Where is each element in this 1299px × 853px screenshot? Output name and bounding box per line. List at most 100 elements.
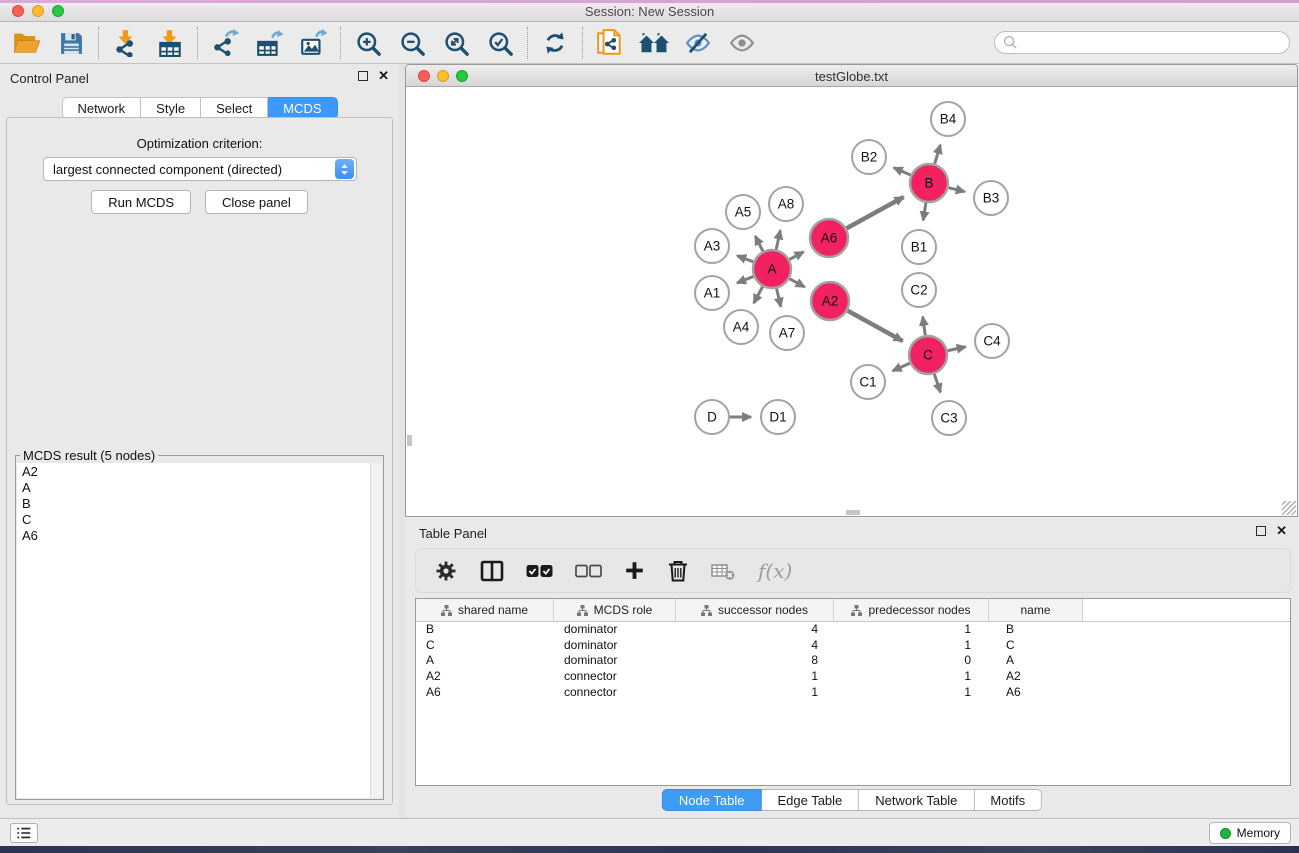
table-cell[interactable]: A (416, 653, 554, 669)
show-panels-button[interactable] (10, 823, 38, 843)
network-file-button[interactable] (592, 26, 628, 60)
graph-edge-A-A2[interactable] (790, 279, 805, 287)
tab-style[interactable]: Style (141, 97, 201, 119)
graph-edge-A-A3[interactable] (737, 256, 753, 262)
column-header-successor-nodes[interactable]: successor nodes (676, 599, 834, 621)
mcds-result-item[interactable]: A6 (17, 528, 370, 544)
graph-node-A3[interactable]: A3 (695, 229, 729, 263)
graph-edge-C-C4[interactable] (948, 347, 966, 351)
mcds-list-scrollbar[interactable] (370, 463, 382, 798)
graph-node-C2[interactable]: C2 (902, 273, 936, 307)
graph-edge-C-C3[interactable] (934, 374, 940, 392)
graph-node-B[interactable]: B (910, 164, 948, 202)
graph-node-B3[interactable]: B3 (974, 181, 1008, 215)
zoom-in-button[interactable] (350, 26, 386, 60)
table-row[interactable]: Adominator80A (416, 653, 1290, 669)
table-cell[interactable]: 1 (834, 622, 989, 638)
deselect-all-button[interactable] (575, 564, 602, 578)
network-canvas[interactable]: B4B2BB3A5A8A6A3B1AC2A1A2A4A7C4CC1DD1C3 (406, 87, 1297, 516)
search-input[interactable] (994, 31, 1290, 54)
float-table-panel-icon[interactable] (1256, 526, 1266, 536)
graph-node-A6[interactable]: A6 (810, 219, 848, 257)
tab-network[interactable]: Network (61, 97, 141, 119)
export-table-button[interactable] (251, 26, 287, 60)
table-cell[interactable]: A2 (416, 669, 554, 685)
zoom-selected-button[interactable] (482, 26, 518, 60)
tab-network-table[interactable]: Network Table (859, 789, 974, 811)
memory-button[interactable]: Memory (1209, 822, 1291, 844)
table-cell[interactable]: 1 (676, 685, 834, 701)
table-cell[interactable]: 0 (834, 653, 989, 669)
table-cell[interactable]: connector (554, 669, 676, 685)
graph-edge-B-B4[interactable] (935, 145, 941, 164)
column-header-name[interactable]: name (989, 599, 1083, 621)
delete-column-button[interactable] (667, 559, 689, 583)
table-cell[interactable]: C (416, 638, 554, 654)
mcds-result-item[interactable]: B (17, 495, 370, 511)
column-header-mcds-role[interactable]: MCDS role (554, 599, 676, 621)
graph-node-A7[interactable]: A7 (770, 316, 804, 350)
column-header-shared-name[interactable]: shared name (416, 599, 554, 621)
table-cell[interactable]: 4 (676, 622, 834, 638)
float-panel-icon[interactable] (358, 71, 368, 81)
graph-edge-B-B3[interactable] (948, 188, 964, 192)
column-header-predecessor-nodes[interactable]: predecessor nodes (834, 599, 989, 621)
graph-node-C4[interactable]: C4 (975, 324, 1009, 358)
close-panel-icon[interactable]: ✕ (378, 71, 389, 81)
open-session-button[interactable] (9, 26, 45, 60)
graph-node-B1[interactable]: B1 (902, 230, 936, 264)
mcds-result-item[interactable]: A2 (17, 463, 370, 479)
graph-edge-A-A8[interactable] (776, 230, 780, 249)
horizontal-scroll-nub[interactable] (846, 510, 860, 515)
graph-node-A[interactable]: A (753, 250, 791, 288)
table-cell[interactable]: A (989, 653, 1083, 669)
graph-edge-A2-C[interactable] (848, 311, 903, 341)
graph-edge-A-A1[interactable] (737, 276, 753, 283)
table-row[interactable]: A6connector11A6 (416, 685, 1290, 701)
graph-edge-B-B1[interactable] (923, 203, 926, 221)
graph-node-A8[interactable]: A8 (769, 187, 803, 221)
table-cell[interactable]: 1 (834, 685, 989, 701)
graph-node-A2[interactable]: A2 (811, 282, 849, 320)
tab-motifs[interactable]: Motifs (974, 789, 1042, 811)
hide-annotations-button[interactable] (680, 26, 716, 60)
graph-node-A4[interactable]: A4 (724, 310, 758, 344)
split-view-button[interactable] (480, 560, 504, 582)
graph-node-D[interactable]: D (695, 400, 729, 434)
home-view-button[interactable] (636, 26, 672, 60)
add-column-button[interactable] (624, 560, 645, 581)
graph-node-D1[interactable]: D1 (761, 400, 795, 434)
show-annotations-button[interactable] (724, 26, 760, 60)
graph-node-B4[interactable]: B4 (931, 102, 965, 136)
graph-edge-B-B2[interactable] (894, 168, 911, 175)
graph-node-A1[interactable]: A1 (695, 276, 729, 310)
close-table-panel-icon[interactable]: ✕ (1276, 526, 1287, 536)
table-cell[interactable]: B (989, 622, 1083, 638)
export-image-button[interactable] (295, 26, 331, 60)
table-settings-button[interactable] (434, 559, 458, 583)
table-cell[interactable]: 1 (834, 638, 989, 654)
criterion-dropdown[interactable]: largest connected component (directed) (43, 157, 357, 181)
table-cell[interactable]: A6 (416, 685, 554, 701)
graph-node-A5[interactable]: A5 (726, 195, 760, 229)
tab-select[interactable]: Select (201, 97, 268, 119)
network-graph[interactable]: B4B2BB3A5A8A6A3B1AC2A1A2A4A7C4CC1DD1C3 (406, 87, 1297, 516)
close-panel-button[interactable]: Close panel (205, 190, 308, 214)
select-all-button[interactable] (526, 564, 553, 578)
mcds-result-list[interactable]: A2ABCA6 (17, 463, 370, 798)
table-cell[interactable]: dominator (554, 638, 676, 654)
table-cell[interactable]: 1 (676, 669, 834, 685)
table-cell[interactable]: C (989, 638, 1083, 654)
graph-edge-A-A4[interactable] (754, 287, 763, 304)
table-row[interactable]: Bdominator41B (416, 622, 1290, 638)
graph-edge-A-A6[interactable] (790, 252, 804, 260)
tab-mcds[interactable]: MCDS (268, 97, 337, 119)
table-row[interactable]: A2connector11A2 (416, 669, 1290, 685)
graph-node-B2[interactable]: B2 (852, 140, 886, 174)
table-cell[interactable]: 1 (834, 669, 989, 685)
graph-edge-C-C2[interactable] (923, 317, 926, 335)
run-mcds-button[interactable]: Run MCDS (91, 190, 191, 214)
graph-edge-A6-B[interactable] (847, 197, 904, 228)
table-cell[interactable]: A2 (989, 669, 1083, 685)
graph-edge-C-C1[interactable] (893, 363, 910, 371)
